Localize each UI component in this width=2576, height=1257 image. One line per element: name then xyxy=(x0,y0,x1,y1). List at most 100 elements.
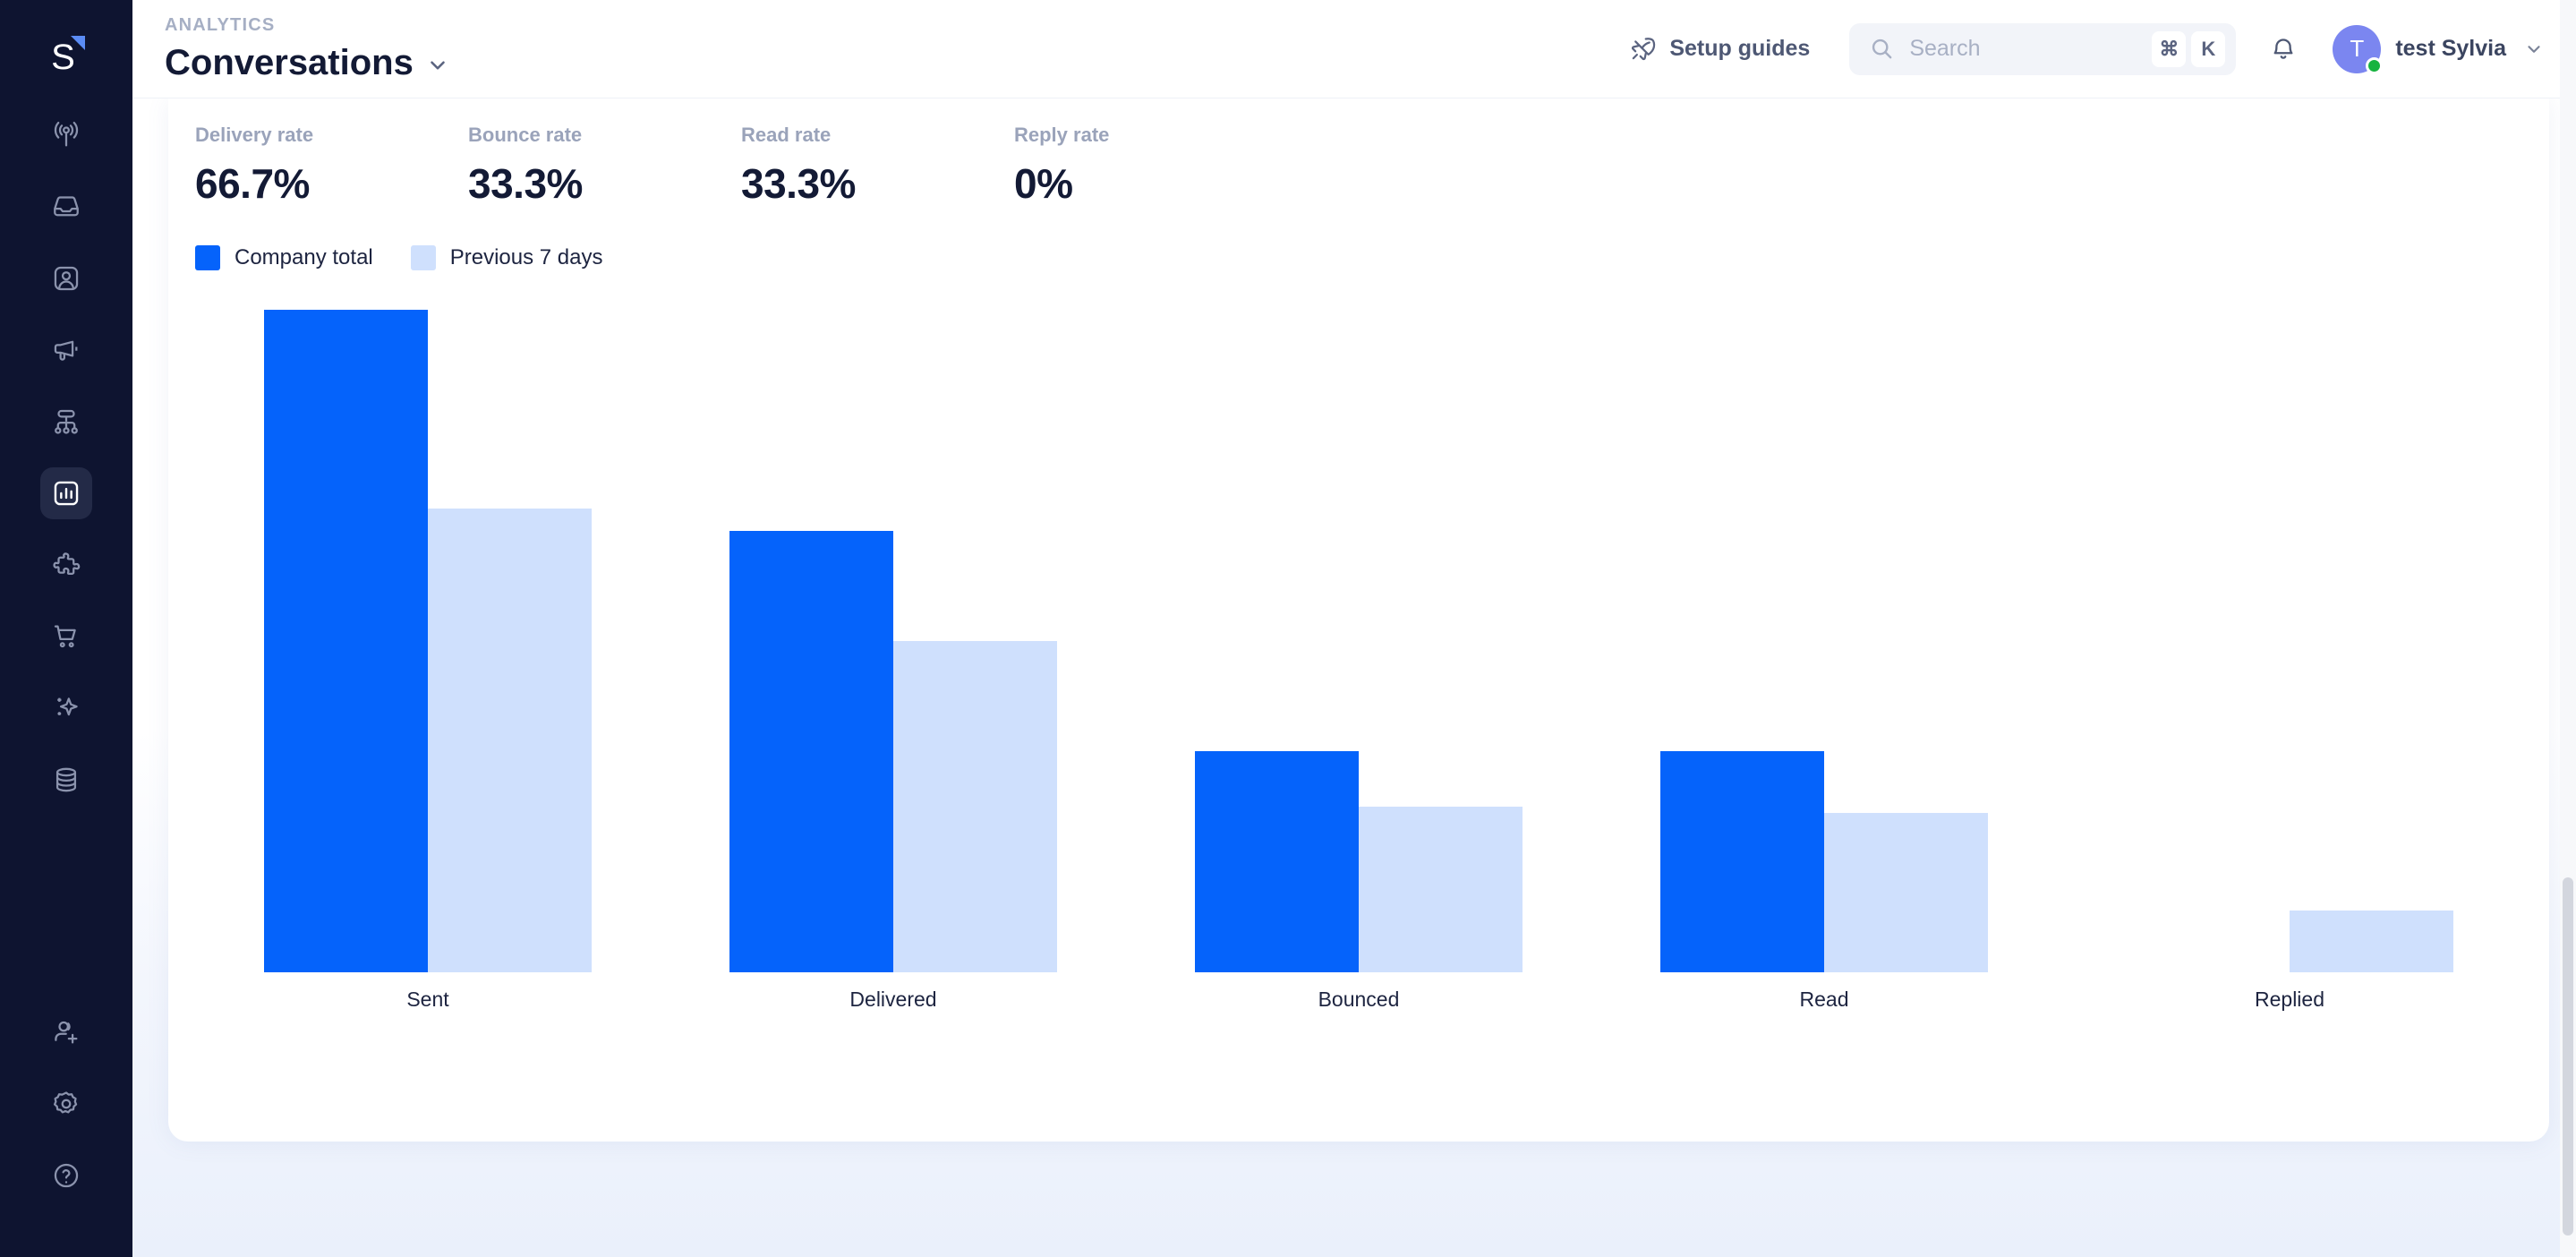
sidebar-item-campaigns[interactable] xyxy=(40,324,92,376)
page-scrollbar[interactable] xyxy=(2560,0,2576,1257)
presence-indicator xyxy=(2366,56,2384,74)
legend-item-previous-7-days[interactable]: Previous 7 days xyxy=(410,245,603,270)
metric-bounce-rate: Bounce rate 33.3% xyxy=(468,124,741,208)
bar-group[interactable]: Read xyxy=(1591,310,2057,1011)
chevron-down-icon[interactable] xyxy=(426,54,449,77)
metric-value: 0% xyxy=(1014,160,1073,207)
shortcut-modifier-key: ⌘ xyxy=(2152,30,2187,67)
metric-reply-rate: Reply rate 0% xyxy=(1014,124,1287,208)
logo-triangle-accent-icon xyxy=(71,36,85,50)
sidebar-bottom-nav xyxy=(40,1006,92,1221)
broadcast-antenna-icon xyxy=(54,121,79,147)
shortcut-letter-key: K xyxy=(2191,30,2226,67)
bar-chart-icon xyxy=(54,481,79,506)
metric-value: 33.3% xyxy=(468,160,583,207)
top-bar-actions: Setup guides Search ⌘ K T test Sylvia xyxy=(1628,22,2544,75)
megaphone-icon xyxy=(54,340,78,361)
sidebar-item-data[interactable] xyxy=(40,754,92,806)
bar-group[interactable]: Replied xyxy=(2057,310,2522,1011)
sidebar-item-commerce[interactable] xyxy=(40,611,92,663)
chevron-down-icon[interactable] xyxy=(2524,39,2544,59)
page-title: Conversations xyxy=(165,42,414,82)
bar-previous-7-days[interactable] xyxy=(428,509,592,972)
page-title-row[interactable]: Conversations xyxy=(165,43,449,82)
sidebar-item-ai[interactable] xyxy=(40,682,92,734)
shopping-cart-icon xyxy=(54,625,76,648)
metrics-row: Delivery rate 66.7% Bounce rate 33.3% Re… xyxy=(168,98,2549,208)
metric-value-read: 33.3% xyxy=(741,160,856,207)
sidebar-item-contacts[interactable] xyxy=(40,252,92,304)
bar-company-total[interactable] xyxy=(729,530,893,972)
bar-pair xyxy=(195,310,661,972)
sparkle-icon xyxy=(57,697,78,716)
gear-icon xyxy=(53,1091,78,1114)
bar-company-total[interactable] xyxy=(1660,751,1824,972)
bar-pair xyxy=(661,310,1126,972)
x-axis-label: Read xyxy=(1799,988,1849,1011)
x-axis-label: Delivered xyxy=(849,988,937,1011)
bar-company-total[interactable] xyxy=(1195,751,1359,972)
bar-chart: Sent Delivered Bounced Read Replied xyxy=(168,310,2549,1026)
bar-group[interactable]: Bounced xyxy=(1126,310,1591,1011)
logo[interactable]: S xyxy=(37,25,96,84)
legend-label: Previous 7 days xyxy=(449,245,603,269)
rocket-icon xyxy=(1632,37,1656,60)
sidebar-primary-nav xyxy=(40,109,92,825)
legend-item-company-total[interactable]: Company total xyxy=(195,245,373,270)
avatar-initial: T xyxy=(2350,35,2365,62)
main-area: ANALYTICS Conversations Setup guides Sea… xyxy=(132,0,2576,1257)
bar-company-total[interactable] xyxy=(264,310,428,972)
chart-plot-area: Sent Delivered Bounced Read Replied xyxy=(195,310,2522,1011)
puzzle-piece-icon xyxy=(53,552,81,576)
workflow-hierarchy-icon xyxy=(55,409,78,434)
sidebar-item-analytics[interactable] xyxy=(40,467,92,519)
user-name: test Sylvia xyxy=(2395,36,2506,61)
x-axis-label: Sent xyxy=(406,988,449,1011)
sidebar-item-inbox[interactable] xyxy=(40,181,92,233)
setup-guides-button[interactable]: Setup guides xyxy=(1628,35,1810,64)
sidebar-item-broadcast[interactable] xyxy=(40,109,92,161)
legend-label: Company total xyxy=(235,245,373,269)
bar-pair xyxy=(2057,310,2522,972)
inbox-icon xyxy=(54,196,79,217)
app-root: S ANALYTICS Conversations Setup guides S… xyxy=(0,0,2576,1257)
sidebar-item-help[interactable] xyxy=(40,1150,92,1201)
legend-swatch xyxy=(410,245,436,270)
metric-label: Delivery rate xyxy=(195,124,314,146)
database-icon xyxy=(55,767,77,792)
bar-previous-7-days[interactable] xyxy=(2290,910,2453,972)
sidebar-item-integrations[interactable] xyxy=(40,539,92,591)
setup-guides-label: Setup guides xyxy=(1669,36,1811,61)
bar-pair xyxy=(1591,310,2057,972)
metric-value: 66.7% xyxy=(195,160,310,207)
x-axis-label: Replied xyxy=(2255,988,2324,1011)
help-circle-icon xyxy=(54,1163,79,1188)
bar-group[interactable]: Sent xyxy=(195,310,661,1011)
sidebar-item-invite[interactable] xyxy=(40,1006,92,1058)
metric-delivery-rate: Delivery rate 66.7% xyxy=(195,124,468,208)
notifications-button[interactable] xyxy=(2257,23,2309,75)
search-icon xyxy=(1872,38,1892,59)
avatar: T xyxy=(2333,24,2384,74)
top-bar: ANALYTICS Conversations Setup guides Sea… xyxy=(132,0,2576,98)
user-menu[interactable]: T test Sylvia xyxy=(2333,24,2544,74)
bell-icon xyxy=(2273,38,2293,59)
bar-previous-7-days[interactable] xyxy=(1359,807,1523,972)
search-input[interactable]: Search ⌘ K xyxy=(1849,22,2237,75)
breadcrumb: ANALYTICS xyxy=(165,14,276,35)
x-axis-label: Bounced xyxy=(1318,988,1400,1011)
contact-card-icon xyxy=(54,266,79,291)
sidebar-item-settings[interactable] xyxy=(40,1078,92,1130)
bar-group[interactable]: Delivered xyxy=(661,310,1126,1011)
metric-label: Read rate xyxy=(741,124,832,146)
bar-previous-7-days[interactable] xyxy=(893,641,1057,972)
metric-label: Reply rate xyxy=(1014,124,1110,146)
sidebar: S xyxy=(0,0,132,1257)
bar-previous-7-days[interactable] xyxy=(1824,813,1988,972)
legend-swatch xyxy=(195,245,220,270)
metric-label: Bounce rate xyxy=(468,124,583,146)
bar-pair xyxy=(1126,310,1591,972)
add-user-icon xyxy=(55,1021,78,1044)
sidebar-item-workflows[interactable] xyxy=(40,396,92,448)
scrollbar-thumb[interactable] xyxy=(2563,877,2573,1236)
